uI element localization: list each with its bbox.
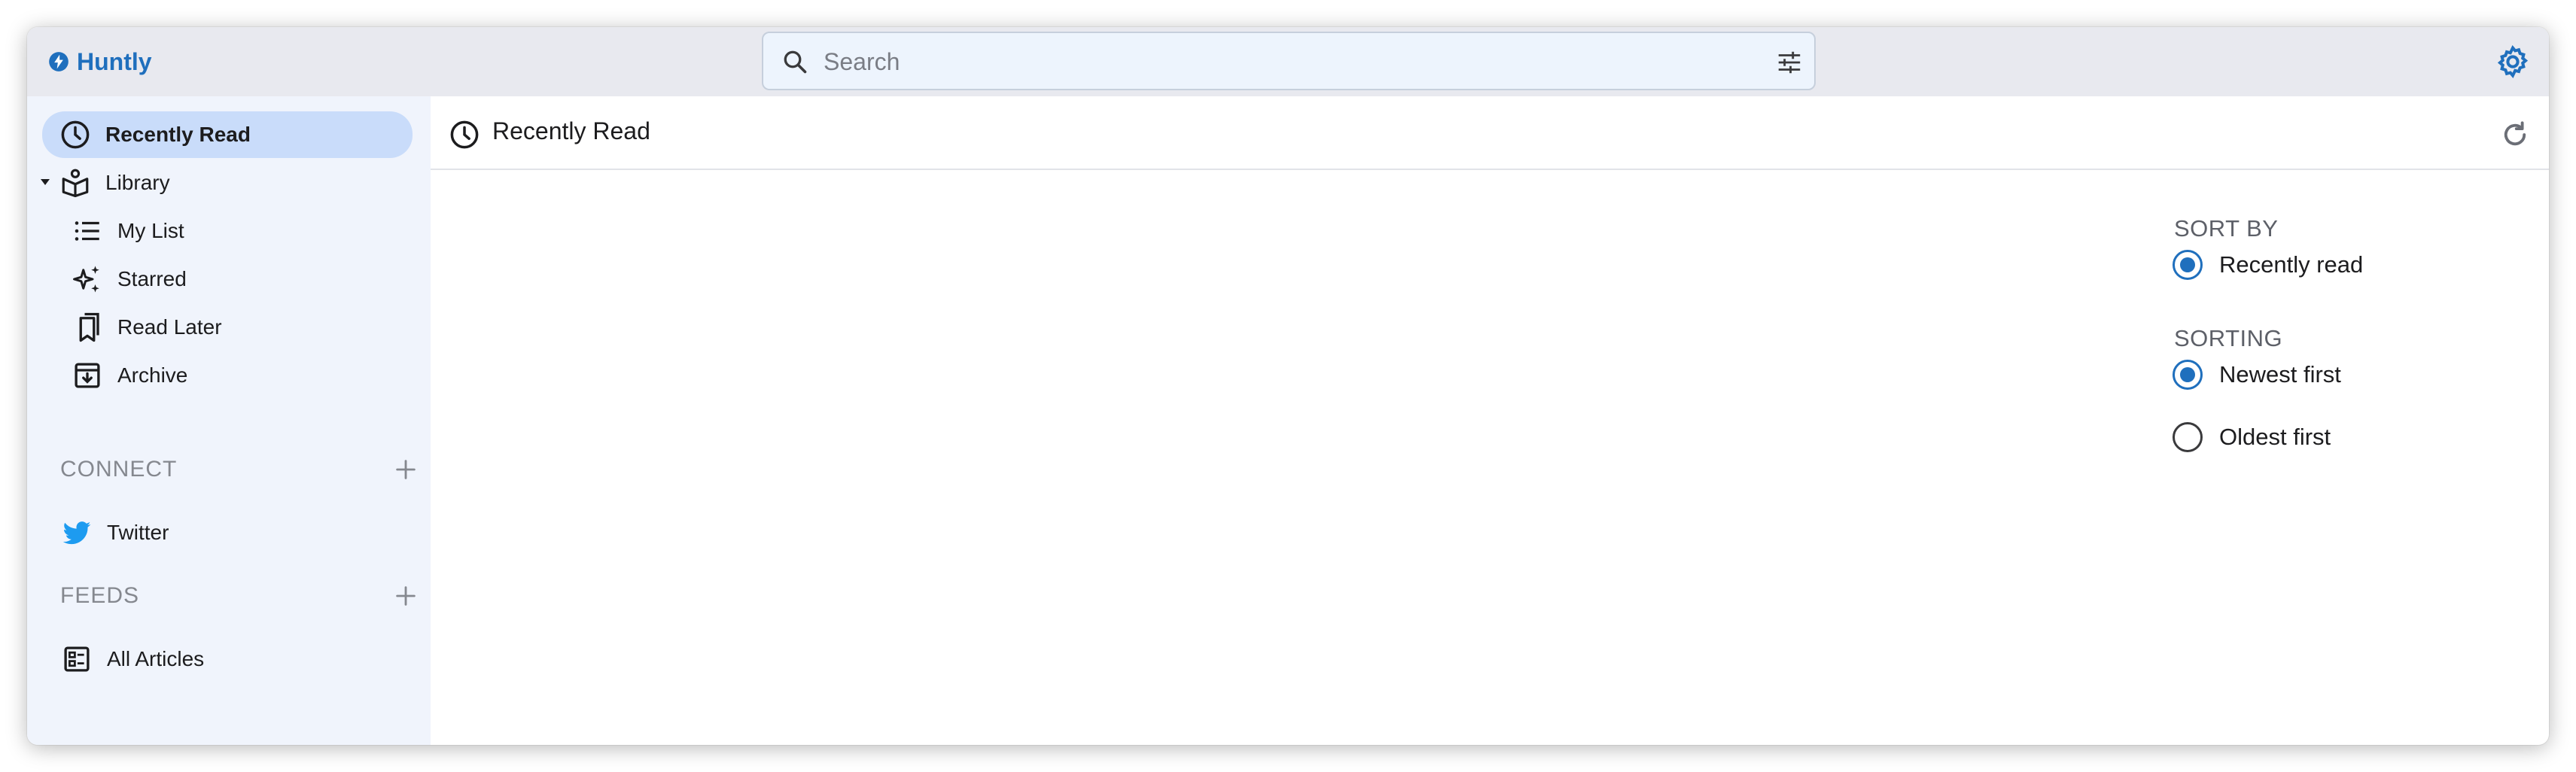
sort-by-heading: SORT BY: [2174, 215, 2279, 242]
content-header: Recently Read: [431, 96, 2549, 170]
twitter-icon: [60, 516, 93, 549]
add-connection-plus-icon[interactable]: [393, 457, 419, 482]
sidebar-item-twitter[interactable]: Twitter: [60, 509, 169, 556]
sidebar-item-label: Twitter: [107, 521, 169, 544]
refresh-icon[interactable]: [2499, 119, 2531, 150]
articles-icon: [60, 643, 93, 676]
sidebar: Recently Read Library My List Starred Re…: [27, 96, 431, 745]
page-title: Recently Read: [492, 117, 650, 144]
feeds-section-header: FEEDS: [60, 573, 419, 619]
sidebar-item-label: Archive: [117, 363, 188, 387]
settings-gear-icon[interactable]: [2495, 44, 2531, 80]
sidebar-item-label: My List: [117, 219, 184, 242]
sorting-oldest-first-option[interactable]: Oldest first: [2173, 416, 2331, 458]
sidebar-item-label: Read Later: [117, 315, 222, 339]
radio-label: Recently read: [2219, 251, 2364, 278]
sidebar-item-all-articles[interactable]: All Articles: [60, 636, 204, 682]
radio-button[interactable]: [2173, 422, 2203, 452]
huntly-logo-icon: [49, 52, 69, 71]
sidebar-item-label: Recently Read: [105, 123, 251, 146]
radio-label: Newest first: [2219, 361, 2341, 388]
library-icon: [59, 166, 92, 199]
app-window: Huntly Search Recently Read Library My L…: [27, 27, 2549, 745]
sidebar-item-label: Library: [105, 171, 170, 194]
sidebar-item-my-list[interactable]: My List: [71, 208, 184, 254]
radio-label: Oldest first: [2219, 424, 2331, 450]
sort-by-recently-read-option[interactable]: Recently read: [2173, 244, 2363, 286]
clock-icon: [450, 120, 479, 149]
search-icon: [784, 50, 807, 74]
search-input[interactable]: [824, 42, 1742, 81]
clock-icon: [59, 118, 92, 151]
sidebar-item-label: All Articles: [107, 647, 205, 670]
app-logo[interactable]: Huntly: [48, 27, 152, 96]
sidebar-item-recently-read[interactable]: Recently Read: [42, 111, 413, 158]
search-box: [762, 32, 1816, 90]
sidebar-item-archive[interactable]: Archive: [71, 352, 187, 399]
section-title: CONNECT: [60, 457, 178, 482]
sidebar-item-label: Starred: [117, 267, 187, 290]
sidebar-item-library[interactable]: Library: [27, 160, 431, 206]
caret-down-icon[interactable]: [39, 178, 51, 187]
radio-button-selected[interactable]: [2173, 250, 2203, 280]
filter-settings-icon[interactable]: [1775, 48, 1804, 77]
add-feed-plus-icon[interactable]: [393, 583, 419, 609]
sorting-newest-first-option[interactable]: Newest first: [2173, 354, 2341, 396]
list-icon: [71, 214, 104, 248]
archive-icon: [71, 359, 104, 392]
radio-button-selected[interactable]: [2173, 360, 2203, 390]
app-name: Huntly: [77, 47, 152, 75]
sidebar-item-read-later[interactable]: Read Later: [71, 304, 222, 351]
section-title: FEEDS: [60, 583, 140, 608]
bookmarks-icon: [71, 311, 104, 344]
connect-section-header: CONNECT: [60, 447, 419, 492]
sorting-heading: SORTING: [2174, 325, 2283, 351]
title-bar: Huntly: [27, 27, 2549, 96]
sparkle-icon: [71, 263, 104, 296]
sidebar-item-starred[interactable]: Starred: [71, 256, 187, 302]
